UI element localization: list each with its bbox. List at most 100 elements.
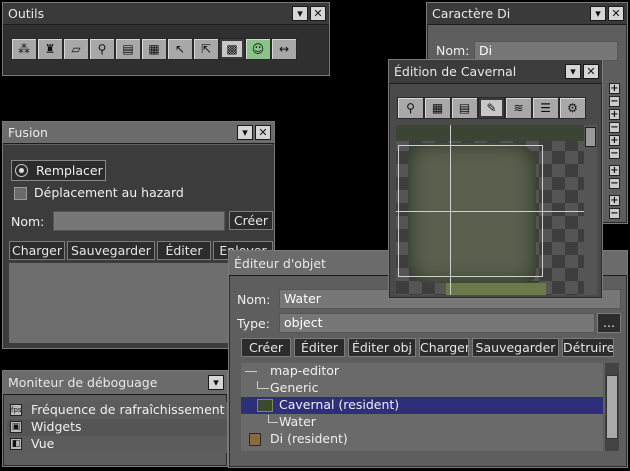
canvas-scrollbar[interactable] [584,125,597,295]
remplacer-label: Remplacer [36,163,103,178]
tree-line [268,422,278,423]
grid-select-icon[interactable]: ▩ [219,38,245,60]
plus-button[interactable]: + [609,195,620,206]
editer-obj-button[interactable]: Éditer obj [348,338,416,357]
sauvegarder-button[interactable]: Sauvegarder [472,338,559,357]
minus-button[interactable]: − [609,208,620,219]
fusion-nom-label: Nom: [11,214,45,229]
charger-button[interactable]: Charger [419,338,469,357]
nodes-icon[interactable]: ⁂ [11,38,37,60]
caractere-nom-label: Nom: [436,43,470,58]
minimize-button[interactable]: ▾ [237,125,253,140]
grid-icon[interactable]: ▦ [424,97,451,119]
character-icon [249,433,261,446]
resize-arrows-icon[interactable]: ↔ [271,38,297,60]
pointer-icon[interactable]: ↖ [167,38,193,60]
list-item[interactable]: ▣ Widgets [7,419,227,436]
tile-thumbnail-icon [257,399,273,412]
scrollbar-thumb[interactable] [606,375,618,439]
fusion-nom-field[interactable] [53,211,225,231]
cavernal-titlebar[interactable]: Édition de Cavernal ▾ ✕ [389,60,602,84]
tile-grid-icon[interactable]: ▦ [141,38,167,60]
plus-button[interactable]: + [609,165,620,176]
tiles-icon[interactable]: ▤ [451,97,478,119]
moniteur-titlebar[interactable]: Moniteur de déboguage ▾ [3,371,227,395]
stamp-icon[interactable]: ♜ [37,38,63,60]
eraser-icon[interactable]: ▱ [63,38,89,60]
scrollbar-thumb[interactable] [585,127,596,147]
list-item[interactable]: ◧ Vue [7,436,227,453]
tree-item-label: map-editor [270,363,340,378]
editeur-type-label: Type: [237,316,270,331]
outils-titlebar[interactable]: Outils ▾ ✕ [3,3,329,25]
minimize-button[interactable]: ▾ [565,64,581,79]
list-item-label: Fréquence de rafraîchissement [31,402,225,417]
sauvegarder-button[interactable]: Sauvegarder [67,241,155,260]
tree-row[interactable]: Di (resident) [241,431,603,448]
tree-item-label: Generic [270,380,319,395]
zoom-page-icon[interactable]: ⚲ [397,97,424,119]
tile-top-strip [396,125,597,141]
tree-scrollbar[interactable] [605,363,619,451]
plus-button[interactable]: + [609,83,620,94]
caractere-steppers: + − + − + − + − + − [609,83,623,221]
editer-button[interactable]: Éditer [294,338,345,357]
fps-icon: fps [10,404,22,416]
fusion-title: Fusion [8,125,48,140]
close-button[interactable]: ✕ [608,6,624,21]
stack-icon[interactable]: ☰ [532,97,559,119]
editeur-type-field[interactable]: object [279,313,595,333]
close-button[interactable]: ✕ [310,6,326,21]
grid-line-vertical [450,125,451,295]
tree-line [245,371,257,372]
tile-canvas[interactable] [396,125,597,295]
remplacer-radio[interactable]: Remplacer [11,160,106,181]
layer-icon[interactable]: ▤ [115,38,141,60]
charger-button[interactable]: Charger [9,241,65,260]
deplacement-checkbox[interactable] [14,187,27,200]
layers-icon[interactable]: ≋ [505,97,532,119]
close-button[interactable]: ✕ [255,125,271,140]
deplacement-label: Déplacement au hazard [34,185,184,200]
close-button[interactable]: ✕ [583,64,599,79]
minus-button[interactable]: − [609,148,620,159]
fusion-titlebar[interactable]: Fusion ▾ ✕ [3,122,274,144]
plus-button[interactable]: + [609,135,620,146]
cavernal-title: Édition de Cavernal [394,64,517,79]
multi-pointer-icon[interactable]: ⇱ [193,38,219,60]
caractere-title: Caractère Di [432,6,511,21]
moniteur-list: fps Fréquence de rafraîchissement ▣ Widg… [7,402,227,453]
caractere-titlebar[interactable]: Caractère Di ▾ ✕ [427,3,627,25]
editeur-nom-label: Nom: [237,292,271,307]
plus-button[interactable]: + [609,109,620,120]
tree-row[interactable]: Generic [241,380,603,397]
tree-row[interactable]: Water [241,414,603,431]
tree-line [257,388,269,389]
caractere-nom-field[interactable]: Di [474,41,618,61]
editeur-title: Éditeur d'objet [234,256,326,271]
magnifier-icon[interactable]: ⚲ [89,38,115,60]
minus-button[interactable]: − [609,96,620,107]
list-item[interactable]: fps Fréquence de rafraîchissement [7,402,227,419]
tree-row-selected[interactable]: Cavernal (resident) [241,397,603,414]
minimize-button[interactable]: ▾ [208,375,224,390]
face-icon[interactable]: ☺ [245,38,271,60]
tile-bottom-strip [446,283,546,295]
cavernal-window: Édition de Cavernal ▾ ✕ ⚲ ▦ ▤ ✎ ≋ ☰ ⚙ [388,59,603,299]
editer-button[interactable]: Éditer [157,241,211,260]
tree-item-label: Water [279,414,316,429]
detruire-button[interactable]: Détruire [562,338,614,357]
minimize-button[interactable]: ▾ [292,6,308,21]
creer-button[interactable]: Créer [229,211,273,230]
cavernal-toolbar: ⚲ ▦ ▤ ✎ ≋ ☰ ⚙ [397,97,586,119]
minus-button[interactable]: − [609,122,620,133]
minus-button[interactable]: − [609,178,620,189]
settings-doc-icon[interactable]: ⚙ [559,97,586,119]
browse-button[interactable]: ... [597,313,621,333]
pencil-icon[interactable]: ✎ [478,97,505,119]
tree-row[interactable]: map-editor [241,363,603,380]
minimize-button[interactable]: ▾ [590,6,606,21]
creer-button[interactable]: Créer [241,338,291,357]
object-tree: map-editor Generic Cavernal (resident) W… [241,363,603,451]
outils-title: Outils [8,6,45,21]
